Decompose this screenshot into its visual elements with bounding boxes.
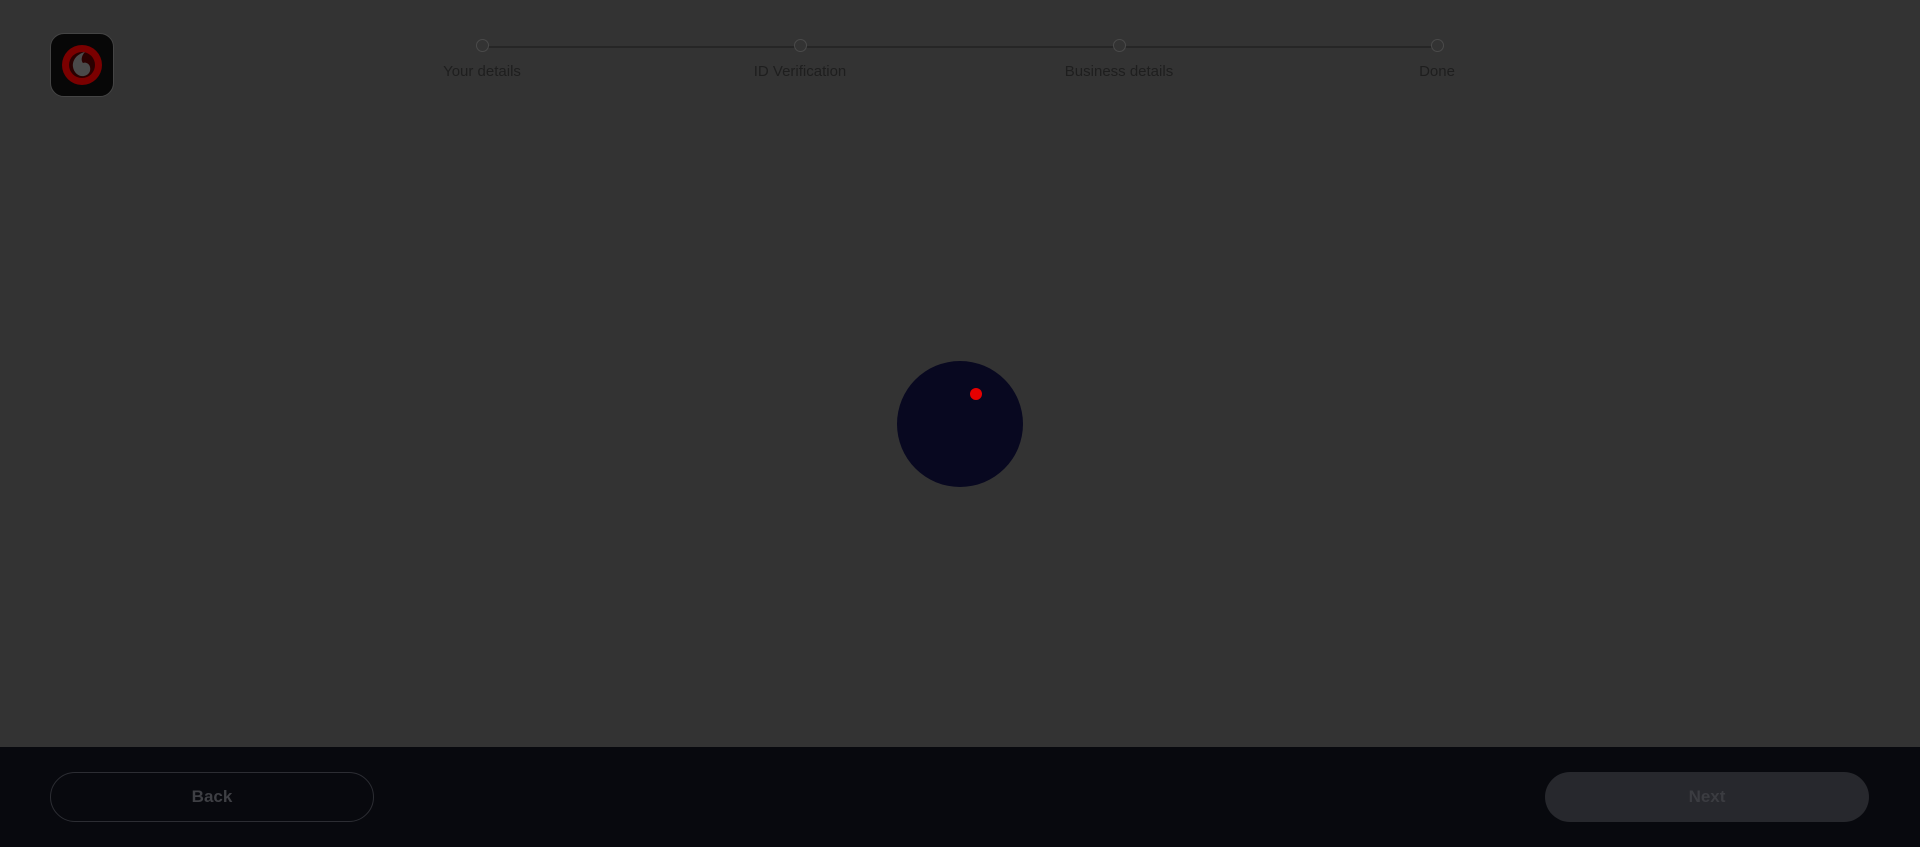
step-your-details: Your details — [382, 39, 582, 80]
step-indicator — [1112, 39, 1126, 52]
step-indicator — [1430, 39, 1444, 52]
loading-spinner-icon — [897, 361, 1023, 487]
step-label: Done — [1419, 63, 1455, 80]
step-label: Your details — [443, 63, 521, 80]
step-label: ID Verification — [753, 63, 847, 80]
next-button[interactable]: Next — [1545, 772, 1869, 822]
step-id-verification: ID Verification — [700, 39, 900, 80]
progress-stepper: Your details ID Verification Business de… — [0, 0, 1920, 100]
step-label: Business details — [1064, 63, 1174, 80]
step-done: Done — [1337, 39, 1537, 80]
main-content: Your details ID Verification Business de… — [0, 0, 1920, 747]
step-indicator — [475, 39, 489, 52]
back-button[interactable]: Back — [50, 772, 374, 822]
stepper-track — [482, 46, 1437, 48]
loading-spinner — [897, 361, 1023, 487]
step-indicator — [793, 39, 807, 52]
spinner-indicator-dot — [970, 388, 982, 400]
footer-bar: Back Next — [0, 747, 1920, 847]
onboarding-page: Your details ID Verification Business de… — [0, 0, 1920, 847]
step-business-details: Business details — [1019, 39, 1219, 80]
